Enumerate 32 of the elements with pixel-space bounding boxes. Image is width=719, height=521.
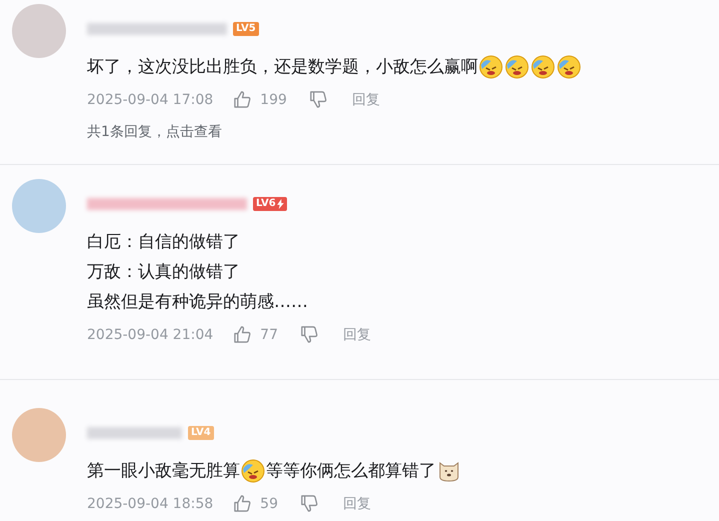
lightning-icon [276, 199, 284, 209]
crying-emoji-icon [505, 55, 529, 79]
comment-time: 2025-09-04 17:08 [87, 92, 214, 108]
level-badge: LV5 [233, 22, 259, 36]
reply-button[interactable]: 回复 [343, 494, 371, 512]
thumbs-up-icon[interactable] [233, 494, 252, 513]
thumbs-up-icon[interactable] [233, 90, 252, 109]
level-badge: LV4 [188, 426, 214, 440]
reply-button[interactable]: 回复 [352, 90, 380, 108]
comment-text: 第一眼小敌毫无胜算 等等你俩怎么都算错了 [87, 456, 719, 486]
comment-text: 坏了，这次没比出胜负，还是数学题，小敌怎么赢啊 [87, 52, 719, 82]
comment-text: 万敌：认真的做错了 [87, 261, 241, 284]
crying-emoji-icon [557, 55, 581, 79]
level-badge: LV6 [253, 197, 287, 211]
view-replies-link[interactable]: 共1条回复，点击查看 [87, 123, 719, 141]
like-count: 199 [260, 92, 287, 108]
thumbs-down-icon[interactable] [300, 325, 319, 344]
crying-emoji-icon [531, 55, 555, 79]
crying-emoji-icon [241, 459, 265, 483]
thumbs-down-icon[interactable] [300, 494, 319, 513]
like-count: 59 [260, 496, 278, 512]
comment-text: 白厄：自信的做错了 [87, 231, 241, 254]
dog-emoji-icon [437, 459, 461, 483]
avatar[interactable] [12, 408, 66, 462]
comment-time: 2025-09-04 18:58 [87, 496, 214, 512]
thumbs-down-icon[interactable] [308, 90, 328, 109]
comment-text: 虽然但是有种诡异的萌感…… [87, 291, 309, 314]
thumbs-up-icon[interactable] [233, 325, 252, 344]
reply-button[interactable]: 回复 [343, 326, 371, 344]
crying-emoji-icon [479, 55, 503, 79]
comment-time: 2025-09-04 21:04 [87, 326, 214, 342]
like-count: 77 [260, 326, 278, 342]
